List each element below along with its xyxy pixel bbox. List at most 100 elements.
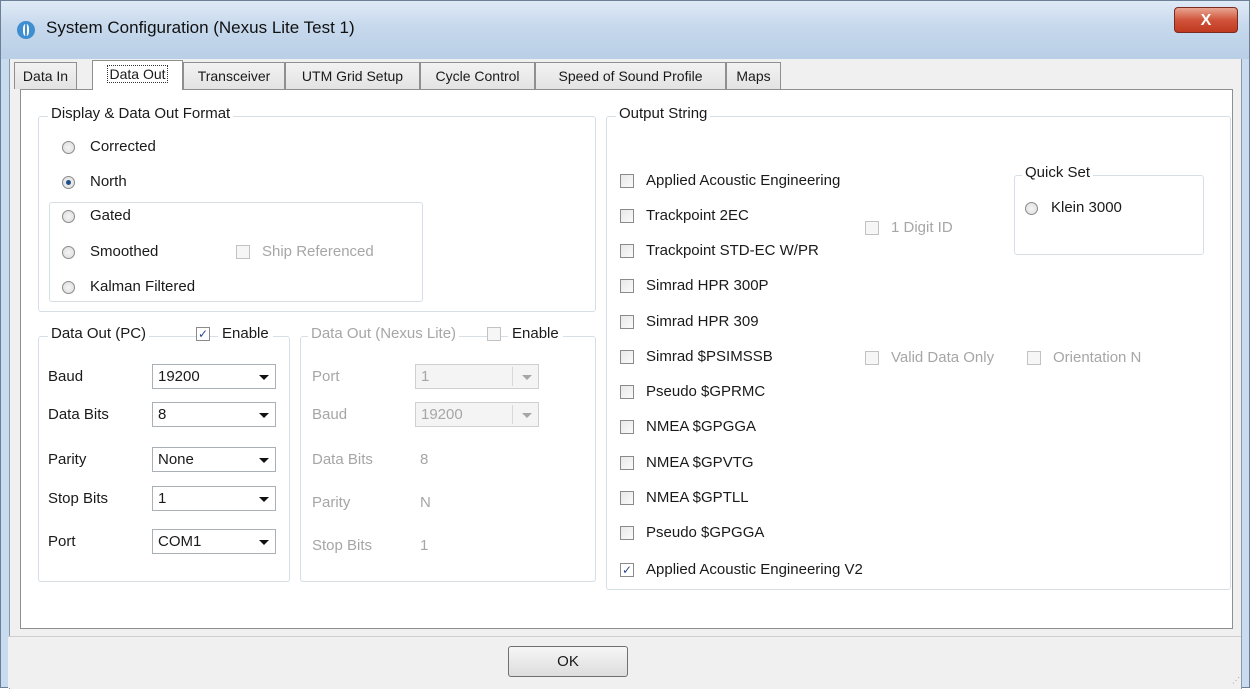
output-checkbox-nmea-gptll[interactable] xyxy=(620,491,634,505)
ok-button[interactable]: OK xyxy=(508,646,628,677)
ship-referenced-checkbox[interactable] xyxy=(236,245,250,259)
pc-parity-label: Parity xyxy=(48,451,87,468)
chevron-down-icon xyxy=(259,458,269,463)
output-label-trackpoint-2ec: Trackpoint 2EC xyxy=(646,207,749,224)
pc-stop-bits-label: Stop Bits xyxy=(48,490,109,507)
nexus-port-select[interactable]: 1 xyxy=(415,364,539,389)
radio-klein-3000-label: Klein 3000 xyxy=(1051,199,1122,216)
data-out-pc-enable-checkbox[interactable]: ✓ xyxy=(196,327,210,341)
pc-data-bits-label: Data Bits xyxy=(48,406,109,423)
data-out-pc-title: Data Out (PC) xyxy=(48,325,150,342)
output-label-nmea-gpvtg: NMEA $GPVTG xyxy=(646,454,754,471)
nexus-stop-bits-value: 1 xyxy=(420,537,429,554)
tab-data-out-label: Data Out xyxy=(107,65,168,83)
output-checkbox-simrad-hpr-300p[interactable] xyxy=(620,279,634,293)
chevron-down-icon xyxy=(259,413,269,418)
output-label-trackpoint-std-ec: Trackpoint STD-EC W/PR xyxy=(646,242,819,259)
pc-stop-bits-select[interactable]: 1 xyxy=(152,486,276,511)
title-bar[interactable]: System Configuration (Nexus Lite Test 1)… xyxy=(1,1,1249,59)
tab-utm-grid-setup[interactable]: UTM Grid Setup xyxy=(285,62,420,89)
radio-kalman-filtered[interactable] xyxy=(62,281,75,294)
one-digit-id-label: 1 Digit ID xyxy=(891,219,953,236)
combo-separator xyxy=(512,367,513,386)
nexus-data-bits-label: Data Bits xyxy=(312,451,373,468)
radio-kalman-filtered-label: Kalman Filtered xyxy=(90,278,196,295)
output-label-simrad-hpr-300p: Simrad HPR 300P xyxy=(646,277,769,294)
data-out-nexus-title: Data Out (Nexus Lite) xyxy=(308,325,460,342)
output-label-aae: Applied Acoustic Engineering xyxy=(646,172,841,189)
nexus-parity-label: Parity xyxy=(312,494,351,511)
radio-smoothed-label: Smoothed xyxy=(90,243,159,260)
output-checkbox-simrad-psimssb[interactable] xyxy=(620,350,634,364)
radio-north[interactable] xyxy=(62,176,75,189)
quick-set-title: Quick Set xyxy=(1022,164,1094,181)
nexus-port-label: Port xyxy=(312,368,340,385)
one-digit-id-checkbox[interactable] xyxy=(865,221,879,235)
combo-separator xyxy=(512,405,513,424)
tab-maps[interactable]: Maps xyxy=(726,62,781,89)
pc-stop-bits-value: 1 xyxy=(158,490,167,507)
output-checkbox-pseudo-gprmc[interactable] xyxy=(620,385,634,399)
pc-baud-select[interactable]: 19200 xyxy=(152,364,276,389)
output-checkbox-pseudo-gpgga[interactable] xyxy=(620,526,634,540)
orientation-n-checkbox[interactable] xyxy=(1027,351,1041,365)
radio-smoothed[interactable] xyxy=(62,246,75,259)
pc-port-label: Port xyxy=(48,533,76,550)
output-string-title: Output String xyxy=(616,105,711,122)
output-label-nmea-gpgga: NMEA $GPGGA xyxy=(646,418,757,435)
tab-cycle-control[interactable]: Cycle Control xyxy=(420,62,535,89)
pc-data-bits-value: 8 xyxy=(158,406,167,423)
chevron-down-icon xyxy=(259,497,269,502)
pc-port-value: COM1 xyxy=(158,533,202,550)
nexus-baud-label: Baud xyxy=(312,406,348,423)
pc-baud-value: 19200 xyxy=(158,368,200,385)
data-out-nexus-enable-label: Enable xyxy=(508,325,563,342)
output-checkbox-trackpoint-std-ec[interactable] xyxy=(620,244,634,258)
output-checkbox-nmea-gpgga[interactable] xyxy=(620,420,634,434)
window-title: System Configuration (Nexus Lite Test 1) xyxy=(46,18,355,37)
pc-parity-select[interactable]: None xyxy=(152,447,276,472)
chevron-down-icon xyxy=(522,375,532,380)
nexus-parity-value: N xyxy=(420,494,431,511)
output-checkbox-aae-v2[interactable]: ✓ xyxy=(620,563,634,577)
nexus-data-bits-value: 8 xyxy=(420,451,429,468)
nexus-baud-value: 19200 xyxy=(421,406,463,423)
valid-data-only-label: Valid Data Only xyxy=(891,349,995,366)
data-out-nexus-enable-checkbox[interactable] xyxy=(487,327,501,341)
pc-port-select[interactable]: COM1 xyxy=(152,529,276,554)
pc-parity-value: None xyxy=(158,451,194,468)
chevron-down-icon xyxy=(259,375,269,380)
pc-data-bits-select[interactable]: 8 xyxy=(152,402,276,427)
radio-klein-3000[interactable] xyxy=(1025,202,1038,215)
app-logo-icon xyxy=(17,21,35,39)
tab-speed-of-sound-profile[interactable]: Speed of Sound Profile xyxy=(535,62,726,89)
chevron-down-icon xyxy=(522,413,532,418)
close-button[interactable]: X xyxy=(1174,7,1238,33)
tab-transceiver[interactable]: Transceiver xyxy=(183,62,285,89)
nexus-port-value: 1 xyxy=(421,368,430,385)
output-checkbox-trackpoint-2ec[interactable] xyxy=(620,209,634,223)
orientation-n-label: Orientation N xyxy=(1053,349,1142,366)
radio-corrected-label: Corrected xyxy=(90,138,156,155)
radio-gated-label: Gated xyxy=(90,207,131,224)
valid-data-only-checkbox[interactable] xyxy=(865,351,879,365)
radio-corrected[interactable] xyxy=(62,141,75,154)
output-label-pseudo-gpgga: Pseudo $GPGGA xyxy=(646,524,765,541)
output-label-simrad-psimssb: Simrad $PSIMSSB xyxy=(646,348,773,365)
tab-data-in[interactable]: Data In xyxy=(14,62,77,89)
radio-gated[interactable] xyxy=(62,210,75,223)
resize-grip-icon[interactable]: ⋰ xyxy=(1232,676,1240,685)
radio-north-label: North xyxy=(90,173,127,190)
ship-referenced-label: Ship Referenced xyxy=(262,243,374,260)
display-format-group-title: Display & Data Out Format xyxy=(48,105,234,122)
nexus-baud-select[interactable]: 19200 xyxy=(415,402,539,427)
pc-baud-label: Baud xyxy=(48,368,84,385)
output-checkbox-nmea-gpvtg[interactable] xyxy=(620,456,634,470)
output-label-pseudo-gprmc: Pseudo $GPRMC xyxy=(646,383,766,400)
output-label-nmea-gptll: NMEA $GPTLL xyxy=(646,489,749,506)
output-checkbox-aae[interactable] xyxy=(620,174,634,188)
output-label-aae-v2: Applied Acoustic Engineering V2 xyxy=(646,561,863,578)
tab-data-out[interactable]: Data Out xyxy=(92,60,183,90)
output-label-simrad-hpr-309: Simrad HPR 309 xyxy=(646,313,759,330)
output-checkbox-simrad-hpr-309[interactable] xyxy=(620,315,634,329)
